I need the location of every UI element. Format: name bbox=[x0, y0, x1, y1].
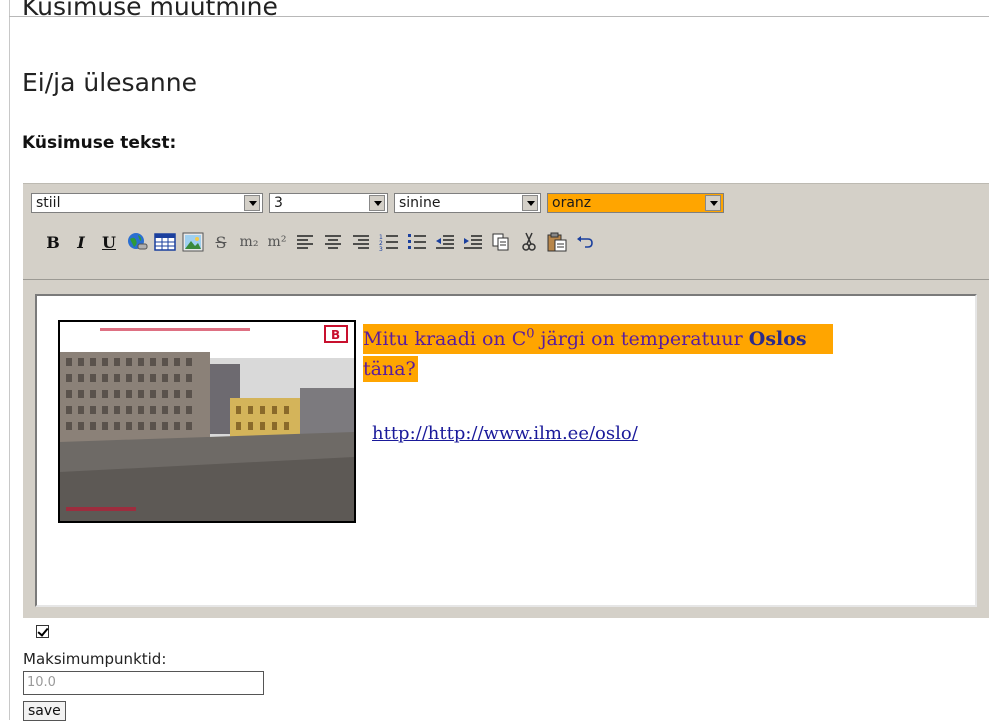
paste-button[interactable] bbox=[544, 229, 570, 255]
question-line-2: täna? bbox=[363, 356, 418, 382]
max-points-input[interactable]: 10.0 bbox=[23, 671, 264, 695]
format-buttons: B I U S m₂ m² 123 bbox=[40, 228, 600, 256]
max-points-label: Maksimumpunktid: bbox=[23, 650, 167, 668]
question-line-1: Mitu kraadi on C0 järgi on temperatuur O… bbox=[363, 324, 833, 354]
unordered-list-icon bbox=[408, 234, 426, 249]
question-text-part2: järgi on temperatuur bbox=[534, 328, 749, 350]
svg-text:B: B bbox=[331, 328, 340, 342]
chevron-down-icon bbox=[244, 195, 260, 211]
webcam-photo: B bbox=[58, 320, 356, 523]
weather-link[interactable]: http://http://www.ilm.ee/oslo/ bbox=[372, 423, 638, 444]
align-left-icon bbox=[297, 235, 313, 249]
italic-button[interactable]: I bbox=[68, 229, 94, 255]
chevron-down-icon bbox=[369, 195, 385, 211]
question-text-bold: Oslos bbox=[748, 328, 807, 350]
align-right-icon bbox=[353, 235, 369, 249]
scissors-icon bbox=[522, 232, 536, 251]
image-icon bbox=[182, 232, 204, 252]
copy-button[interactable] bbox=[488, 229, 514, 255]
undo-button[interactable] bbox=[572, 229, 598, 255]
strikethrough-button[interactable]: S bbox=[208, 229, 234, 255]
indent-icon bbox=[464, 235, 482, 249]
question-text-label: Küsimuse tekst: bbox=[22, 133, 177, 153]
subscript-button[interactable]: m₂ bbox=[236, 229, 262, 255]
question-text-part1: Mitu kraadi on C bbox=[363, 328, 527, 350]
oslo-webcam-image: B bbox=[60, 322, 354, 521]
question-text-superscript: 0 bbox=[526, 326, 535, 342]
unordered-list-button[interactable] bbox=[404, 229, 430, 255]
insert-link-button[interactable] bbox=[124, 229, 150, 255]
cut-button[interactable] bbox=[516, 229, 542, 255]
paste-icon bbox=[547, 232, 567, 252]
background-color-select-value: oranz bbox=[552, 195, 592, 211]
underline-button[interactable]: U bbox=[96, 229, 122, 255]
style-select[interactable]: stiil bbox=[31, 193, 263, 213]
ordered-list-icon: 123 bbox=[379, 234, 398, 251]
svg-text:3: 3 bbox=[379, 246, 383, 251]
table-icon bbox=[154, 233, 176, 251]
chevron-down-icon bbox=[705, 195, 721, 211]
background-color-select[interactable]: oranz bbox=[547, 193, 724, 213]
outdent-button[interactable] bbox=[432, 229, 458, 255]
style-select-value: stiil bbox=[36, 195, 61, 211]
align-left-button[interactable] bbox=[292, 229, 318, 255]
superscript-button[interactable]: m² bbox=[264, 229, 290, 255]
copy-icon bbox=[492, 233, 509, 251]
undo-icon bbox=[577, 236, 593, 248]
font-size-select[interactable]: 3 bbox=[269, 193, 388, 213]
insert-image-button[interactable] bbox=[180, 229, 206, 255]
font-size-select-value: 3 bbox=[274, 195, 283, 211]
page-subtitle: Ei/ja ülesanne bbox=[22, 68, 197, 97]
ordered-list-button[interactable]: 123 bbox=[376, 229, 402, 255]
align-right-button[interactable] bbox=[348, 229, 374, 255]
align-center-button[interactable] bbox=[320, 229, 346, 255]
page-title: Küsimuse muutmine bbox=[22, 0, 278, 21]
indent-button[interactable] bbox=[460, 229, 486, 255]
align-center-icon bbox=[325, 235, 341, 249]
insert-table-button[interactable] bbox=[152, 229, 178, 255]
outdent-icon bbox=[436, 235, 454, 249]
globe-link-icon bbox=[128, 233, 148, 250]
text-color-select-value: sinine bbox=[399, 195, 441, 211]
chevron-down-icon bbox=[522, 195, 538, 211]
bold-button[interactable]: B bbox=[40, 229, 66, 255]
enabled-checkbox[interactable] bbox=[36, 625, 49, 638]
text-color-select[interactable]: sinine bbox=[394, 193, 541, 213]
save-button[interactable]: save bbox=[23, 701, 66, 721]
